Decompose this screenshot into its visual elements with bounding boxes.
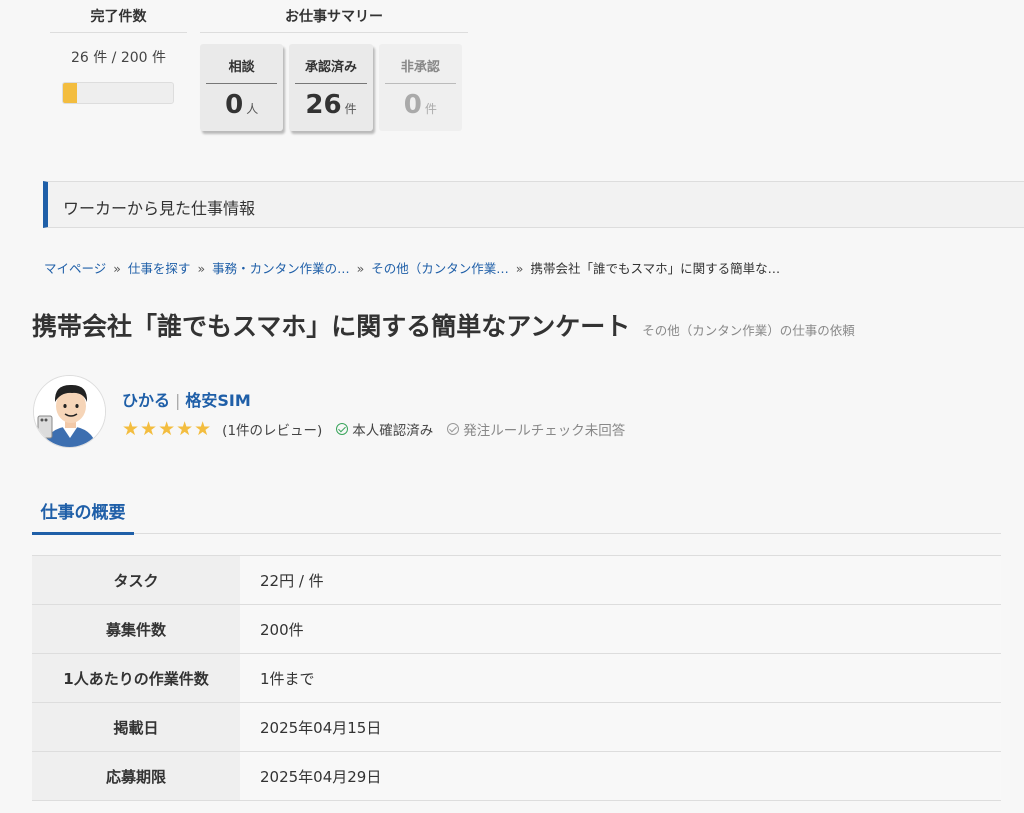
completed-count-heading: 完了件数 xyxy=(50,0,187,33)
client-name-divider: | xyxy=(175,391,181,410)
summary-box-label: 承認済み xyxy=(295,56,367,84)
client-name-row: ひかる | 格安SIM xyxy=(122,387,251,411)
work-summary-heading: お仕事サマリー xyxy=(200,0,468,33)
client-name-link[interactable]: ひかる xyxy=(122,391,170,410)
detail-label: 1人あたりの作業件数 xyxy=(32,653,240,703)
identity-verified-text: 本人確認済み xyxy=(352,423,434,439)
rating-stars-icon: ★★★★★ xyxy=(122,418,213,440)
completed-count-text: 26 件 / 200 件 xyxy=(70,50,167,66)
completed-progress-fill xyxy=(63,83,78,103)
summary-box-approved[interactable]: 承認済み 26 件 xyxy=(289,44,373,131)
work-summary-panel: お仕事サマリー 相談 0人 承認済み 26 件 非承認 0件 xyxy=(200,0,468,131)
completed-progress-bar xyxy=(62,82,174,104)
client-avatar[interactable] xyxy=(33,375,106,448)
avatar-illustration-icon xyxy=(34,376,105,447)
summary-box-rejected: 非承認 0件 xyxy=(378,44,462,131)
client-meta-row: ★★★★★ (1件のレビュー) 本人確認済み 発注ルールチェック未回答 xyxy=(122,418,625,440)
breadcrumb-separator: » xyxy=(197,261,206,276)
client-company-link[interactable]: 格安SIM xyxy=(185,391,250,410)
detail-value: 22円 / 件 xyxy=(240,555,1001,605)
tab-overview[interactable]: 仕事の概要 xyxy=(32,495,134,535)
worker-view-banner: ワーカーから見た仕事情報 xyxy=(43,181,1024,228)
breadcrumb-office-tasks[interactable]: 事務・カンタン作業の… xyxy=(212,261,350,276)
order-rule-text: 発注ルールチェック未回答 xyxy=(463,423,626,439)
detail-label: 掲載日 xyxy=(32,702,240,752)
breadcrumb: マイページ » 仕事を探す » 事務・カンタン作業の… » その他（カンタン作業… » 携帯会社… xyxy=(44,258,780,277)
summary-box-label: 非承認 xyxy=(384,56,456,84)
breadcrumb-separator: » xyxy=(515,261,524,276)
breadcrumb-separator: » xyxy=(113,261,121,276)
detail-value: 2025年04月15日 xyxy=(240,702,1001,752)
breadcrumb-current: 携帯会社「誰でもスマホ」に関する簡単な… xyxy=(530,261,781,276)
detail-label: 募集件数 xyxy=(32,604,240,654)
table-row: 募集件数 200件 xyxy=(32,604,1001,654)
job-title: 携帯会社「誰でもスマホ」に関する簡単なアンケート xyxy=(32,312,631,341)
table-row: 掲載日 2025年04月15日 xyxy=(32,702,1001,752)
breadcrumb-other-tasks[interactable]: その他（カンタン作業… xyxy=(371,261,509,276)
table-row: タスク 22円 / 件 xyxy=(32,555,1001,605)
tab-underline xyxy=(32,533,1001,534)
detail-label: 応募期限 xyxy=(32,751,240,801)
review-count-link[interactable]: (1件のレビュー) xyxy=(222,419,322,439)
breadcrumb-find-jobs[interactable]: 仕事を探す xyxy=(128,261,191,276)
detail-label: タスク xyxy=(32,555,240,605)
summary-box-unit: 件 xyxy=(424,102,437,116)
completed-count-panel: 完了件数 26 件 / 200 件 xyxy=(50,0,187,104)
summary-box-consult[interactable]: 相談 0人 xyxy=(200,44,284,131)
check-circle-icon xyxy=(447,423,460,435)
table-row: 応募期限 2025年04月29日 xyxy=(32,751,1001,801)
summary-box-label: 相談 xyxy=(206,56,278,84)
summary-box-value: 0 xyxy=(403,90,422,120)
identity-verified-badge: 本人確認済み xyxy=(336,419,433,439)
detail-value: 1件まで xyxy=(240,653,1001,703)
order-rule-status: 発注ルールチェック未回答 xyxy=(447,419,625,439)
job-category: その他（カンタン作業）の仕事の依頼 xyxy=(642,323,855,338)
table-row: 1人あたりの作業件数 1件まで xyxy=(32,653,1001,703)
job-details-table: タスク 22円 / 件 募集件数 200件 1人あたりの作業件数 1件まで 掲載日 20… xyxy=(32,555,1001,801)
summary-box-value: 26 xyxy=(305,90,342,120)
detail-value: 2025年04月29日 xyxy=(240,751,1001,801)
check-circle-icon xyxy=(336,423,349,435)
breadcrumb-separator: » xyxy=(356,261,365,276)
detail-value: 200件 xyxy=(240,604,1001,654)
breadcrumb-mypage[interactable]: マイページ xyxy=(44,261,106,276)
summary-box-unit: 人 xyxy=(246,102,259,116)
summary-box-unit: 件 xyxy=(344,102,357,116)
summary-box-value: 0 xyxy=(225,90,244,120)
job-title-row: 携帯会社「誰でもスマホ」に関する簡単なアンケート その他（カンタン作業）の仕事の依… xyxy=(32,307,855,343)
